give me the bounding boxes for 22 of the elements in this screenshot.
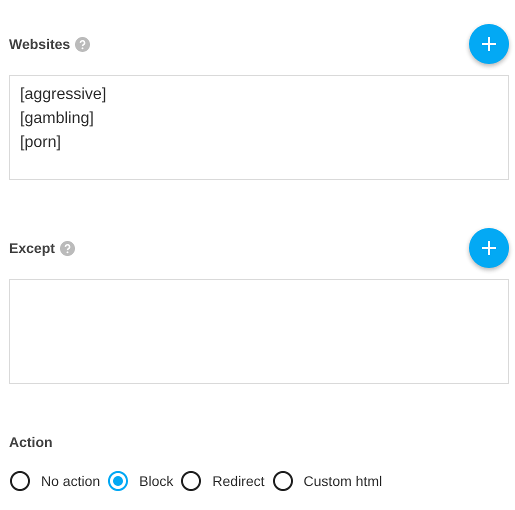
radio-button[interactable] — [181, 471, 202, 491]
radio-label[interactable]: Redirect — [212, 473, 265, 489]
radio-button[interactable] — [272, 471, 293, 491]
radio-button[interactable] — [10, 471, 30, 491]
section-title: Websites — [9, 36, 70, 52]
radio-label[interactable]: Custom html — [304, 473, 382, 489]
list-entry: [gambling] — [20, 109, 94, 129]
help-icon[interactable] — [75, 36, 90, 52]
add-button[interactable] — [469, 228, 509, 268]
plus-icon — [481, 36, 497, 52]
add-button[interactable] — [469, 24, 509, 64]
radio-button[interactable] — [108, 471, 128, 491]
radio-label[interactable]: No action — [41, 473, 100, 489]
list-entry: [porn] — [20, 133, 61, 153]
section-title: Except — [9, 240, 55, 256]
list-entry: [aggressive] — [20, 85, 106, 105]
list-field[interactable] — [9, 279, 509, 384]
help-icon[interactable] — [60, 240, 75, 256]
list-field[interactable]: [aggressive] [gambling] [porn] — [9, 75, 509, 180]
radio-label[interactable]: Block — [139, 473, 174, 489]
plus-icon — [481, 240, 497, 256]
section-title: Action — [9, 433, 54, 452]
